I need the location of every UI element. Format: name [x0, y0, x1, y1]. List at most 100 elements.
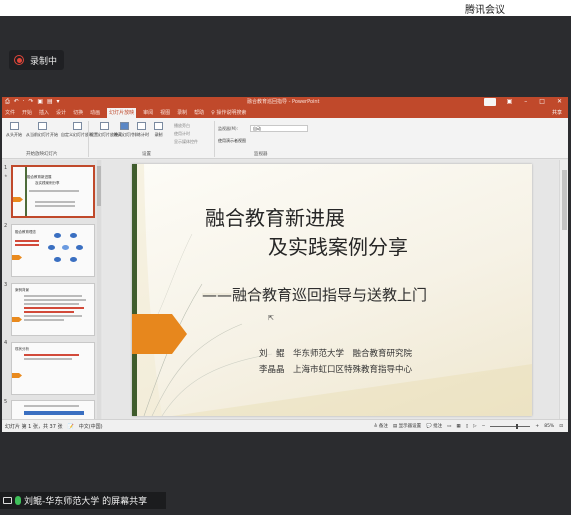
group-setup-label: 设置: [142, 152, 151, 157]
monitor-select[interactable]: 自动: [250, 125, 308, 132]
thumbnail-number: 1: [4, 165, 8, 171]
hide-slide-button[interactable]: 隐藏幻灯片: [114, 122, 134, 138]
slide-editing-area: 融合教育新进展 及实践案例分享 ——融合教育巡回指导与送教上门 刘 鲲 华东师范…: [103, 160, 558, 419]
custom-show-icon: [72, 122, 82, 130]
slideshow-current-icon: [37, 122, 47, 130]
thumb-text-line: [24, 319, 64, 321]
thumbnail-slide-4[interactable]: 现状分析: [11, 342, 95, 395]
thumbnail-slide-3[interactable]: 案例背景: [11, 283, 95, 336]
tab-view[interactable]: 视图: [160, 108, 170, 118]
tell-me-search[interactable]: ♀ 操作说明搜索: [211, 108, 246, 118]
recording-label: 录制中: [30, 56, 58, 67]
rehearse-icon: [136, 122, 146, 130]
thumb-blue-bar: [24, 411, 84, 415]
meeting-title: 腾讯会议: [465, 5, 505, 16]
minimize-icon[interactable]: –: [524, 98, 527, 105]
ppt-title-bar: ⎙ ↶ · ↷ ▣ ▤ ▾ 融合教育巡回指导 - PowerPoint ▣ – …: [2, 97, 568, 108]
thumbnail-number: 3: [4, 282, 8, 288]
share-button[interactable]: 共享: [552, 109, 562, 116]
thumbnail-slide-1[interactable]: 融合教育新进展 及实践案例分享: [11, 165, 95, 218]
display-settings-button[interactable]: ▤ 显示器设置: [393, 423, 421, 429]
tab-animations[interactable]: 动画: [90, 108, 100, 118]
from-start-button[interactable]: 从头开始: [6, 122, 22, 138]
slide-title-line2[interactable]: 及实践案例分享: [268, 231, 408, 260]
tab-help[interactable]: 帮助: [194, 108, 204, 118]
tab-slideshow[interactable]: 幻灯片放映: [107, 108, 137, 118]
comments-button[interactable]: 💬 批注: [426, 423, 442, 429]
slide-subtitle[interactable]: ——融合教育巡回指导与送教上门: [202, 284, 427, 305]
zoom-out-icon[interactable]: −: [482, 424, 486, 429]
window-controls: ▣ – □ ✕: [507, 98, 562, 105]
tab-design[interactable]: 设计: [56, 108, 66, 118]
slide-author-1[interactable]: 刘 鲲 华东师范大学 融合教育研究院: [259, 347, 412, 359]
thumbnail-slide-2[interactable]: 融合教育理念: [11, 224, 95, 277]
slide-count: 幻灯片 第 1 张，共 37 张 📝 中文(中国): [5, 424, 103, 430]
record-button[interactable]: 录制: [154, 122, 163, 138]
zoom-level[interactable]: 85%: [544, 424, 554, 429]
orange-arrow-shape: [13, 197, 23, 202]
sorter-view-icon[interactable]: ▦: [456, 424, 460, 429]
slide-author-2[interactable]: 李晶晶 上海市虹口区特殊教育指导中心: [259, 363, 412, 375]
ribbon-display-icon[interactable]: ▣: [507, 98, 513, 105]
thumb-title: 融合教育新进展: [27, 175, 52, 179]
quick-access-toolbar[interactable]: ⎙ ↶ · ↷ ▣ ▤ ▾: [5, 98, 61, 106]
tab-record[interactable]: 录制: [177, 108, 187, 118]
close-icon[interactable]: ✕: [557, 98, 562, 105]
thumb-text-line: [24, 354, 79, 356]
thumbnail-pane: 1 ★ 融合教育新进展 及实践案例分享 2 融合教育理念 3 案例背景 4 现状…: [2, 160, 102, 419]
login-button[interactable]: [484, 98, 496, 106]
thumb-subtitle: 及实践案例分享: [35, 181, 60, 185]
tab-review[interactable]: 审阅: [143, 108, 153, 118]
star-icon: ★: [4, 173, 8, 178]
thumbnail-number: 4: [4, 340, 8, 346]
tab-file[interactable]: 文件: [5, 108, 15, 118]
status-bar: 幻灯片 第 1 张，共 37 张 📝 中文(中国) ≙ 备注 ▤ 显示器设置 💬…: [2, 419, 568, 432]
orange-arrow-shape: [12, 255, 22, 260]
thumb-text-line: [15, 240, 39, 242]
normal-view-icon[interactable]: ▭: [447, 424, 451, 429]
notes-button[interactable]: ≙ 备注: [374, 423, 388, 429]
diagram-node: [70, 257, 77, 262]
current-slide[interactable]: 融合教育新进展 及实践案例分享 ——融合教育巡回指导与送教上门 刘 鲲 华东师范…: [132, 164, 532, 416]
status-right: ≙ 备注 ▤ 显示器设置 💬 批注 ▭ ▦ ▯ ▷ − + 85% ⊡: [374, 423, 563, 429]
zoom-slider-knob[interactable]: [516, 423, 519, 429]
ribbon-separator: [214, 121, 215, 157]
scrollbar-thumb[interactable]: [562, 170, 567, 230]
tab-insert[interactable]: 插入: [39, 108, 49, 118]
presenter-view-checkbox[interactable]: 使用演示者视图: [218, 138, 246, 144]
diagram-node: [70, 233, 77, 238]
group-monitor-label: 监视器: [254, 152, 268, 157]
slide-title-line1[interactable]: 融合教育新进展: [205, 202, 345, 231]
maximize-icon[interactable]: □: [539, 98, 545, 105]
screen-share-label: 刘鲲-华东师范大学 的屏幕共享: [0, 492, 166, 509]
sharer-name: 刘鲲-华东师范大学 的屏幕共享: [24, 497, 148, 507]
slide-scrollbar[interactable]: [559, 160, 568, 419]
tab-transitions[interactable]: 切换: [73, 108, 83, 118]
diagram-center: [62, 245, 69, 250]
tab-home[interactable]: 开始: [22, 108, 32, 118]
zoom-in-icon[interactable]: +: [535, 424, 539, 429]
thumbnail-slide-5[interactable]: [11, 400, 95, 419]
monitor-label: 监视器(M):: [218, 126, 238, 131]
thumbnail-scrollbar[interactable]: [97, 160, 101, 419]
narration-checkbox[interactable]: 播放旁白: [174, 123, 190, 129]
orange-arrow-shape: [12, 373, 22, 378]
media-controls-checkbox[interactable]: 显示媒体控件: [174, 139, 198, 145]
slideshow-view-icon[interactable]: ▷: [473, 424, 476, 429]
thumb-text-line: [29, 190, 79, 192]
zoom-slider[interactable]: [490, 423, 531, 429]
timings-checkbox[interactable]: 使用计时: [174, 131, 190, 137]
thumb-title: 现状分析: [15, 347, 29, 351]
ribbon-tabs: 文件 开始 插入 设计 切换 动画 幻灯片放映 审阅 视图 录制 帮助 ♀ 操作…: [2, 108, 568, 118]
scrollbar-thumb[interactable]: [97, 166, 101, 206]
thumb-text-line: [24, 405, 79, 407]
screen-share-icon: [3, 497, 12, 504]
thumb-text-line: [24, 299, 86, 301]
recording-indicator[interactable]: 录制中: [9, 50, 64, 70]
reading-view-icon[interactable]: ▯: [466, 424, 468, 429]
meeting-top-bar: 腾讯会议: [0, 0, 571, 16]
thumb-text-line: [24, 307, 84, 309]
fit-slide-icon[interactable]: ⊡: [559, 424, 563, 429]
rehearse-button[interactable]: 排练计时: [133, 122, 149, 138]
from-current-button[interactable]: 从当前幻灯片开始: [26, 122, 58, 138]
